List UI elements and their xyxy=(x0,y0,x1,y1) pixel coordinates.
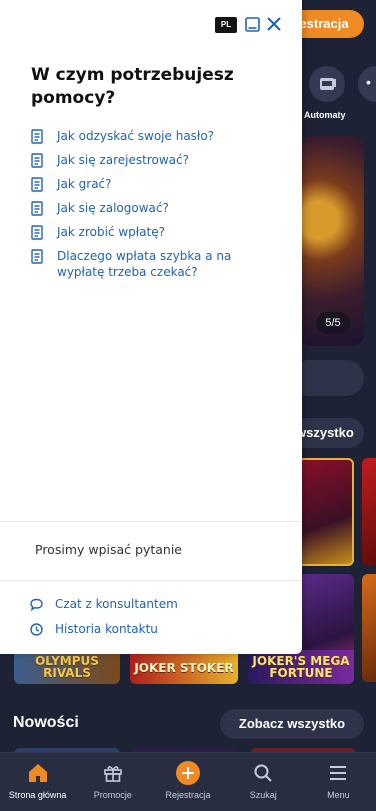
game-tile[interactable] xyxy=(362,458,376,566)
help-panel: PL W czym potrzebujesz pomocy? Jak odzys… xyxy=(0,0,302,654)
document-icon xyxy=(31,153,43,168)
faq-item[interactable]: Dlaczego wpłata szybka a na wypłatę trze… xyxy=(31,248,281,280)
close-icon xyxy=(267,17,281,31)
slot-machine-icon xyxy=(320,78,336,90)
divider xyxy=(0,580,302,581)
divider xyxy=(0,521,302,522)
language-selector[interactable]: PL xyxy=(215,17,237,33)
menu-icon xyxy=(326,761,350,785)
see-all-partial-label: wszystko xyxy=(296,425,354,440)
nav-label: Promocje xyxy=(93,790,132,800)
search-icon xyxy=(251,761,275,785)
bottom-navigation: Strona główna Promocje Rejestracja Szuka… xyxy=(0,752,376,811)
nav-label: Szukaj xyxy=(249,790,277,800)
category-label: Automaty xyxy=(304,110,346,120)
nav-home[interactable]: Strona główna xyxy=(0,753,75,811)
faq-item[interactable]: Jak się zalogować? xyxy=(31,200,281,216)
game-tile[interactable] xyxy=(362,574,376,682)
document-icon xyxy=(31,177,43,192)
clock-icon xyxy=(30,622,43,636)
faq-question: Jak się zarejestrować? xyxy=(57,153,189,167)
faq-item[interactable]: Jak się zarejestrować? xyxy=(31,152,281,168)
close-button[interactable] xyxy=(266,16,282,32)
faq-item[interactable]: Jak zrobić wpłatę? xyxy=(31,224,281,240)
faq-question: Jak grać? xyxy=(57,177,112,191)
chat-with-consultant-link[interactable]: Czat z konsultantem xyxy=(30,597,178,611)
question-input[interactable]: Prosimy wpisać pytanie xyxy=(35,542,182,557)
faq-question: Jak się zalogować? xyxy=(57,201,169,215)
faq-list: Jak odzyskać swoje hasło? Jak się zareje… xyxy=(31,128,281,288)
chat-label: Czat z konsultantem xyxy=(55,597,178,611)
document-icon xyxy=(31,225,43,240)
nav-menu[interactable]: Menu xyxy=(301,753,376,811)
game-logo-text: JOKER'S MEGA FORTUNE xyxy=(252,654,350,680)
game-logo-text: JOKER STOKER xyxy=(134,661,234,675)
contact-history-link[interactable]: Historia kontaktu xyxy=(30,622,158,636)
nav-label: Menu xyxy=(327,790,350,800)
help-title: W czym potrzebujesz pomocy? xyxy=(31,65,234,108)
document-icon xyxy=(31,249,43,264)
minimize-icon xyxy=(245,17,260,32)
see-all-button[interactable]: Zobacz wszystko xyxy=(220,709,364,739)
nav-label: Rejestracja xyxy=(165,790,211,800)
nav-register[interactable]: Rejestracja xyxy=(150,753,225,811)
slots-category-button[interactable] xyxy=(309,66,345,102)
game-logo-text: OLYMPUS RIVALS xyxy=(35,654,99,680)
game-tile[interactable] xyxy=(298,458,354,566)
faq-question: Jak odzyskać swoje hasło? xyxy=(57,129,215,143)
document-icon xyxy=(31,201,43,216)
minimize-button[interactable] xyxy=(244,16,261,33)
gift-icon xyxy=(101,761,125,785)
chat-bubble-icon xyxy=(30,598,43,611)
nav-label: Strona główna xyxy=(8,790,67,800)
document-icon xyxy=(31,129,43,144)
home-icon xyxy=(26,761,50,785)
plus-icon xyxy=(176,761,200,785)
faq-question: Dlaczego wpłata szybka a na wypłatę trze… xyxy=(57,249,232,279)
more-dots-icon: • xyxy=(366,74,371,90)
history-label: Historia kontaktu xyxy=(55,622,158,636)
faq-item[interactable]: Jak odzyskać swoje hasło? xyxy=(31,128,281,144)
nav-search[interactable]: Szukaj xyxy=(226,753,301,811)
new-games-title: Nowości xyxy=(13,714,79,731)
faq-item[interactable]: Jak grać? xyxy=(31,176,281,192)
faq-question: Jak zrobić wpłatę? xyxy=(57,225,165,239)
banner-counter: 5/5 xyxy=(316,312,350,334)
nav-promotions[interactable]: Promocje xyxy=(75,753,150,811)
